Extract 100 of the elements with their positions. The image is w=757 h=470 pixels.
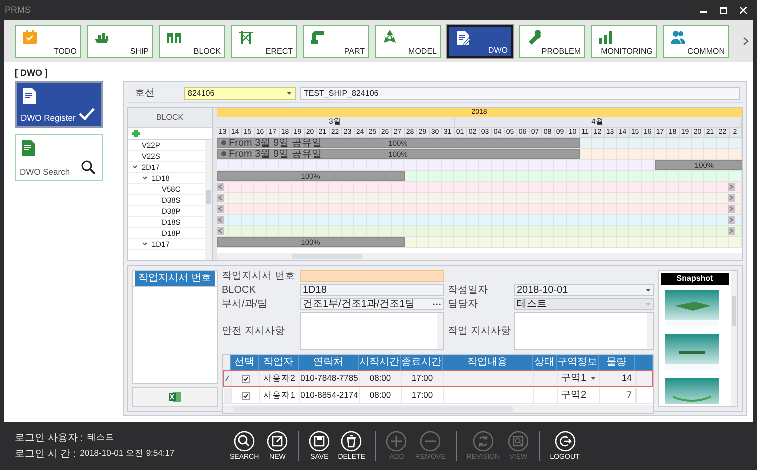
document-icon <box>22 87 38 105</box>
scrollbar[interactable] <box>217 253 742 260</box>
table-row[interactable]: 사용자2 010-7848-7785 08:00 17:00 구역1 14 <box>223 370 653 387</box>
column-header[interactable]: 시작시간 <box>359 355 401 370</box>
table-cell: 010-8854-2174 <box>300 389 358 402</box>
caret-down-icon[interactable] <box>142 175 148 181</box>
ship-combo[interactable]: 824106 <box>184 86 296 100</box>
field-label: 부서/과/팀 <box>222 298 269 311</box>
table-cell: 17:00 <box>412 372 434 385</box>
scrollbar[interactable] <box>647 313 653 349</box>
document-icon <box>21 139 37 157</box>
column-header[interactable]: 구역정보 <box>557 355 599 370</box>
column-header[interactable]: 물량 <box>599 355 635 370</box>
document-icon <box>455 30 471 46</box>
check-icon <box>79 107 95 121</box>
module-button[interactable]: TODO <box>15 24 81 58</box>
module-button[interactable]: PROBLEM <box>519 24 585 58</box>
module-button[interactable]: ERECT <box>231 24 297 58</box>
table-cell: 구역2 <box>561 389 587 402</box>
people-icon <box>670 28 686 44</box>
minus-icon <box>420 431 442 452</box>
module-button[interactable]: MODEL <box>375 24 441 58</box>
part-icon <box>310 28 326 44</box>
dropdown-arrow-icon <box>287 92 292 94</box>
table-cell: 사용자1 <box>264 389 296 402</box>
column-header[interactable]: 선택 <box>231 355 259 370</box>
column-header[interactable]: 연락처 <box>299 355 359 370</box>
caret-down-icon[interactable] <box>132 164 138 170</box>
checkbox[interactable] <box>242 374 250 382</box>
refresh-icon <box>472 431 494 452</box>
module-button[interactable]: COMMON <box>663 24 729 58</box>
expand-tab-icon[interactable] <box>728 205 735 213</box>
field-label: 호선 <box>134 87 156 100</box>
trash-icon <box>341 431 362 452</box>
scrollbar[interactable] <box>223 405 653 413</box>
table-cell: 08:00 <box>370 389 392 402</box>
column-header <box>635 355 653 370</box>
scrollbar[interactable] <box>731 271 737 406</box>
checkbox[interactable] <box>242 392 250 400</box>
save-icon <box>309 431 330 452</box>
field-label: 작업지시서 번호 <box>222 270 296 283</box>
collapse-tab-icon[interactable] <box>217 216 224 224</box>
collapse-tab-icon[interactable] <box>217 183 224 191</box>
module-button[interactable]: MONITORING <box>591 24 657 58</box>
input-field[interactable] <box>300 270 444 282</box>
dropdown-arrow-icon[interactable] <box>646 289 651 292</box>
maximize-icon[interactable] <box>720 6 727 14</box>
more-icon[interactable] <box>433 303 441 306</box>
pin-icon <box>221 151 227 157</box>
ship-name-field: TEST_SHIP_824106 <box>300 86 740 100</box>
table-row[interactable]: 사용자1 010-8854-2174 08:00 17:00 구역2 7 <box>223 387 653 404</box>
expand-tab-icon[interactable] <box>728 183 735 191</box>
mode-card[interactable]: DWO Register <box>15 81 103 128</box>
module-button[interactable]: SHIP <box>87 24 153 58</box>
pin-icon <box>221 140 227 146</box>
expand-tab-icon[interactable] <box>728 227 735 235</box>
text-area[interactable] <box>514 312 654 350</box>
text-area[interactable] <box>300 312 444 350</box>
table-cell: 08:00 <box>370 372 392 385</box>
logout-icon <box>554 431 576 452</box>
module-button[interactable]: PART <box>303 24 369 58</box>
login-value: 2018-10-01 오전 9:54:17 <box>80 447 175 460</box>
plus-icon <box>386 431 408 452</box>
dropdown-arrow-icon[interactable] <box>591 377 596 380</box>
module-button[interactable]: DWO <box>447 24 513 58</box>
window-title: PRMS <box>5 5 32 15</box>
collapse-tab-icon[interactable] <box>217 194 224 202</box>
input-field[interactable]: 1D18 <box>300 284 444 296</box>
header-corner <box>223 355 231 370</box>
field-label: 담당자 <box>448 298 479 311</box>
mode-card[interactable]: DWO Search <box>15 134 103 181</box>
field-label: BLOCK <box>222 284 257 296</box>
scrollbar[interactable] <box>437 313 443 349</box>
column-header[interactable]: 작업내용 <box>443 355 533 370</box>
column-header[interactable]: 작업자 <box>259 355 299 370</box>
row-header[interactable] <box>224 371 232 386</box>
bar-label: From 3월 9일 공유일 <box>229 138 322 148</box>
column-header[interactable]: 상태 <box>533 355 557 370</box>
table-cell: 7 <box>626 389 632 402</box>
expand-tab-icon[interactable] <box>728 216 735 224</box>
input-field[interactable]: 2018-10-01 <box>514 284 654 296</box>
scrollbar[interactable] <box>205 140 212 260</box>
column-header: 작업지시서 번호 <box>135 271 215 286</box>
filter-icon[interactable] <box>132 130 140 137</box>
field-label: 작성일자 <box>448 284 489 297</box>
spreadsheet-icon <box>169 391 181 403</box>
column-header[interactable]: 종료시간 <box>401 355 443 370</box>
page-title: [ DWO ] <box>15 67 49 80</box>
field-label: 안전 지시사항 <box>222 325 286 338</box>
collapse-tab-icon[interactable] <box>217 205 224 213</box>
close-icon[interactable] <box>740 6 747 14</box>
input-field[interactable]: 건조1부/건조1과/건조1팀 <box>300 298 444 310</box>
collapse-tab-icon[interactable] <box>217 227 224 235</box>
excel-export-button[interactable] <box>132 387 218 407</box>
expand-tab-icon[interactable] <box>728 194 735 202</box>
table-cell: 14 <box>622 372 632 385</box>
bar-label: From 3월 9일 공유일 <box>229 150 322 158</box>
caret-down-icon[interactable] <box>142 241 148 247</box>
chevron-right-icon[interactable] <box>743 37 749 46</box>
module-button[interactable]: BLOCK <box>159 24 225 58</box>
